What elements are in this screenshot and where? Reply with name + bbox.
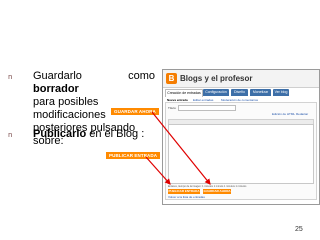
tab-ver-blog[interactable]: Ver blog [273,89,289,96]
title-input[interactable] [178,105,236,111]
page-number: 25 [295,226,303,233]
bullet-bold-text: Publicarlo [33,128,87,140]
save-now-button[interactable]: GUARDAR AHORA [203,189,231,194]
title-label: Título: [168,106,177,110]
tab-monetizar[interactable]: Monetizar [250,89,271,96]
bullet-line-bold: borrador [33,83,79,95]
editor-footer-text: Enlaces, tiempo de la imagen: 1 minutos … [168,185,247,188]
bullet-text-publish: Publicarlo en el Blog : [33,128,158,141]
tab-diseno[interactable]: Diseño [231,89,248,96]
tab-creacion-entradas[interactable]: Creación de entradas [165,89,203,97]
bullet-text: en el Blog : [86,128,145,140]
edit-html-link[interactable]: Edición de HTML [272,112,295,116]
compose-link[interactable]: Redactar [296,112,308,116]
bullet-marker: n [8,73,13,81]
bullet-line: Guardarlo como borrador [33,70,155,96]
back-to-posts-link[interactable]: Volver a la lista de entradas [168,195,205,199]
publish-entry-callout-button: PUBLICAR ENTRADA [106,152,161,159]
screenshot-tab-bar: Creación de entradas Configuración Diseñ… [163,88,319,97]
post-editor-panel: Título: Edición de HTML Redactar Enlaces… [165,102,317,200]
screenshot-app-title: Blogs y el profesor [180,74,253,83]
blog-editor-screenshot: B Blogs y el profesor Creación de entrad… [162,69,320,205]
screenshot-header: B Blogs y el profesor [163,70,319,88]
publish-entry-button[interactable]: PUBLICAR ENTRADA [168,189,200,194]
blogger-logo-icon: B [166,73,177,84]
post-body-editor[interactable] [168,124,314,184]
save-now-callout-button: GUARDAR AHORA [111,108,159,115]
bullet-line-text: Guardarlo como [33,70,155,82]
tab-configuracion[interactable]: Configuración [203,89,229,96]
bullet-marker: n [8,131,13,139]
